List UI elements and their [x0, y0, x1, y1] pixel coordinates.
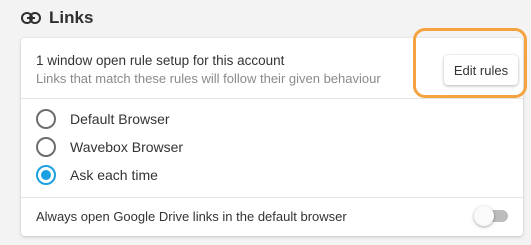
drive-links-toggle[interactable] — [474, 206, 508, 226]
radio-option-ask-each-time[interactable]: Ask each time — [36, 164, 158, 186]
divider — [21, 98, 523, 99]
radio-label: Default Browser — [70, 111, 170, 127]
edit-rules-button[interactable]: Edit rules — [444, 55, 518, 85]
link-icon — [21, 12, 41, 24]
radio-label: Ask each time — [70, 167, 158, 183]
rule-count-text: 1 window open rule setup for this accoun… — [36, 53, 285, 68]
links-settings-card: 1 window open rule setup for this accoun… — [21, 38, 523, 236]
radio-button[interactable] — [36, 109, 56, 129]
radio-button[interactable] — [36, 137, 56, 157]
radio-option-default-browser[interactable]: Default Browser — [36, 108, 170, 130]
section-header: Links — [21, 7, 93, 29]
divider — [21, 197, 523, 198]
radio-button-selected[interactable] — [36, 165, 56, 185]
drive-links-label: Always open Google Drive links in the de… — [36, 208, 347, 224]
drive-links-setting: Always open Google Drive links in the de… — [36, 204, 508, 228]
rule-description: Links that match these rules will follow… — [36, 71, 381, 86]
toggle-thumb — [474, 206, 494, 226]
radio-label: Wavebox Browser — [70, 139, 184, 155]
radio-option-wavebox-browser[interactable]: Wavebox Browser — [36, 136, 183, 158]
section-title: Links — [49, 8, 94, 27]
rule-summary: 1 window open rule setup for this accoun… — [36, 52, 381, 87]
